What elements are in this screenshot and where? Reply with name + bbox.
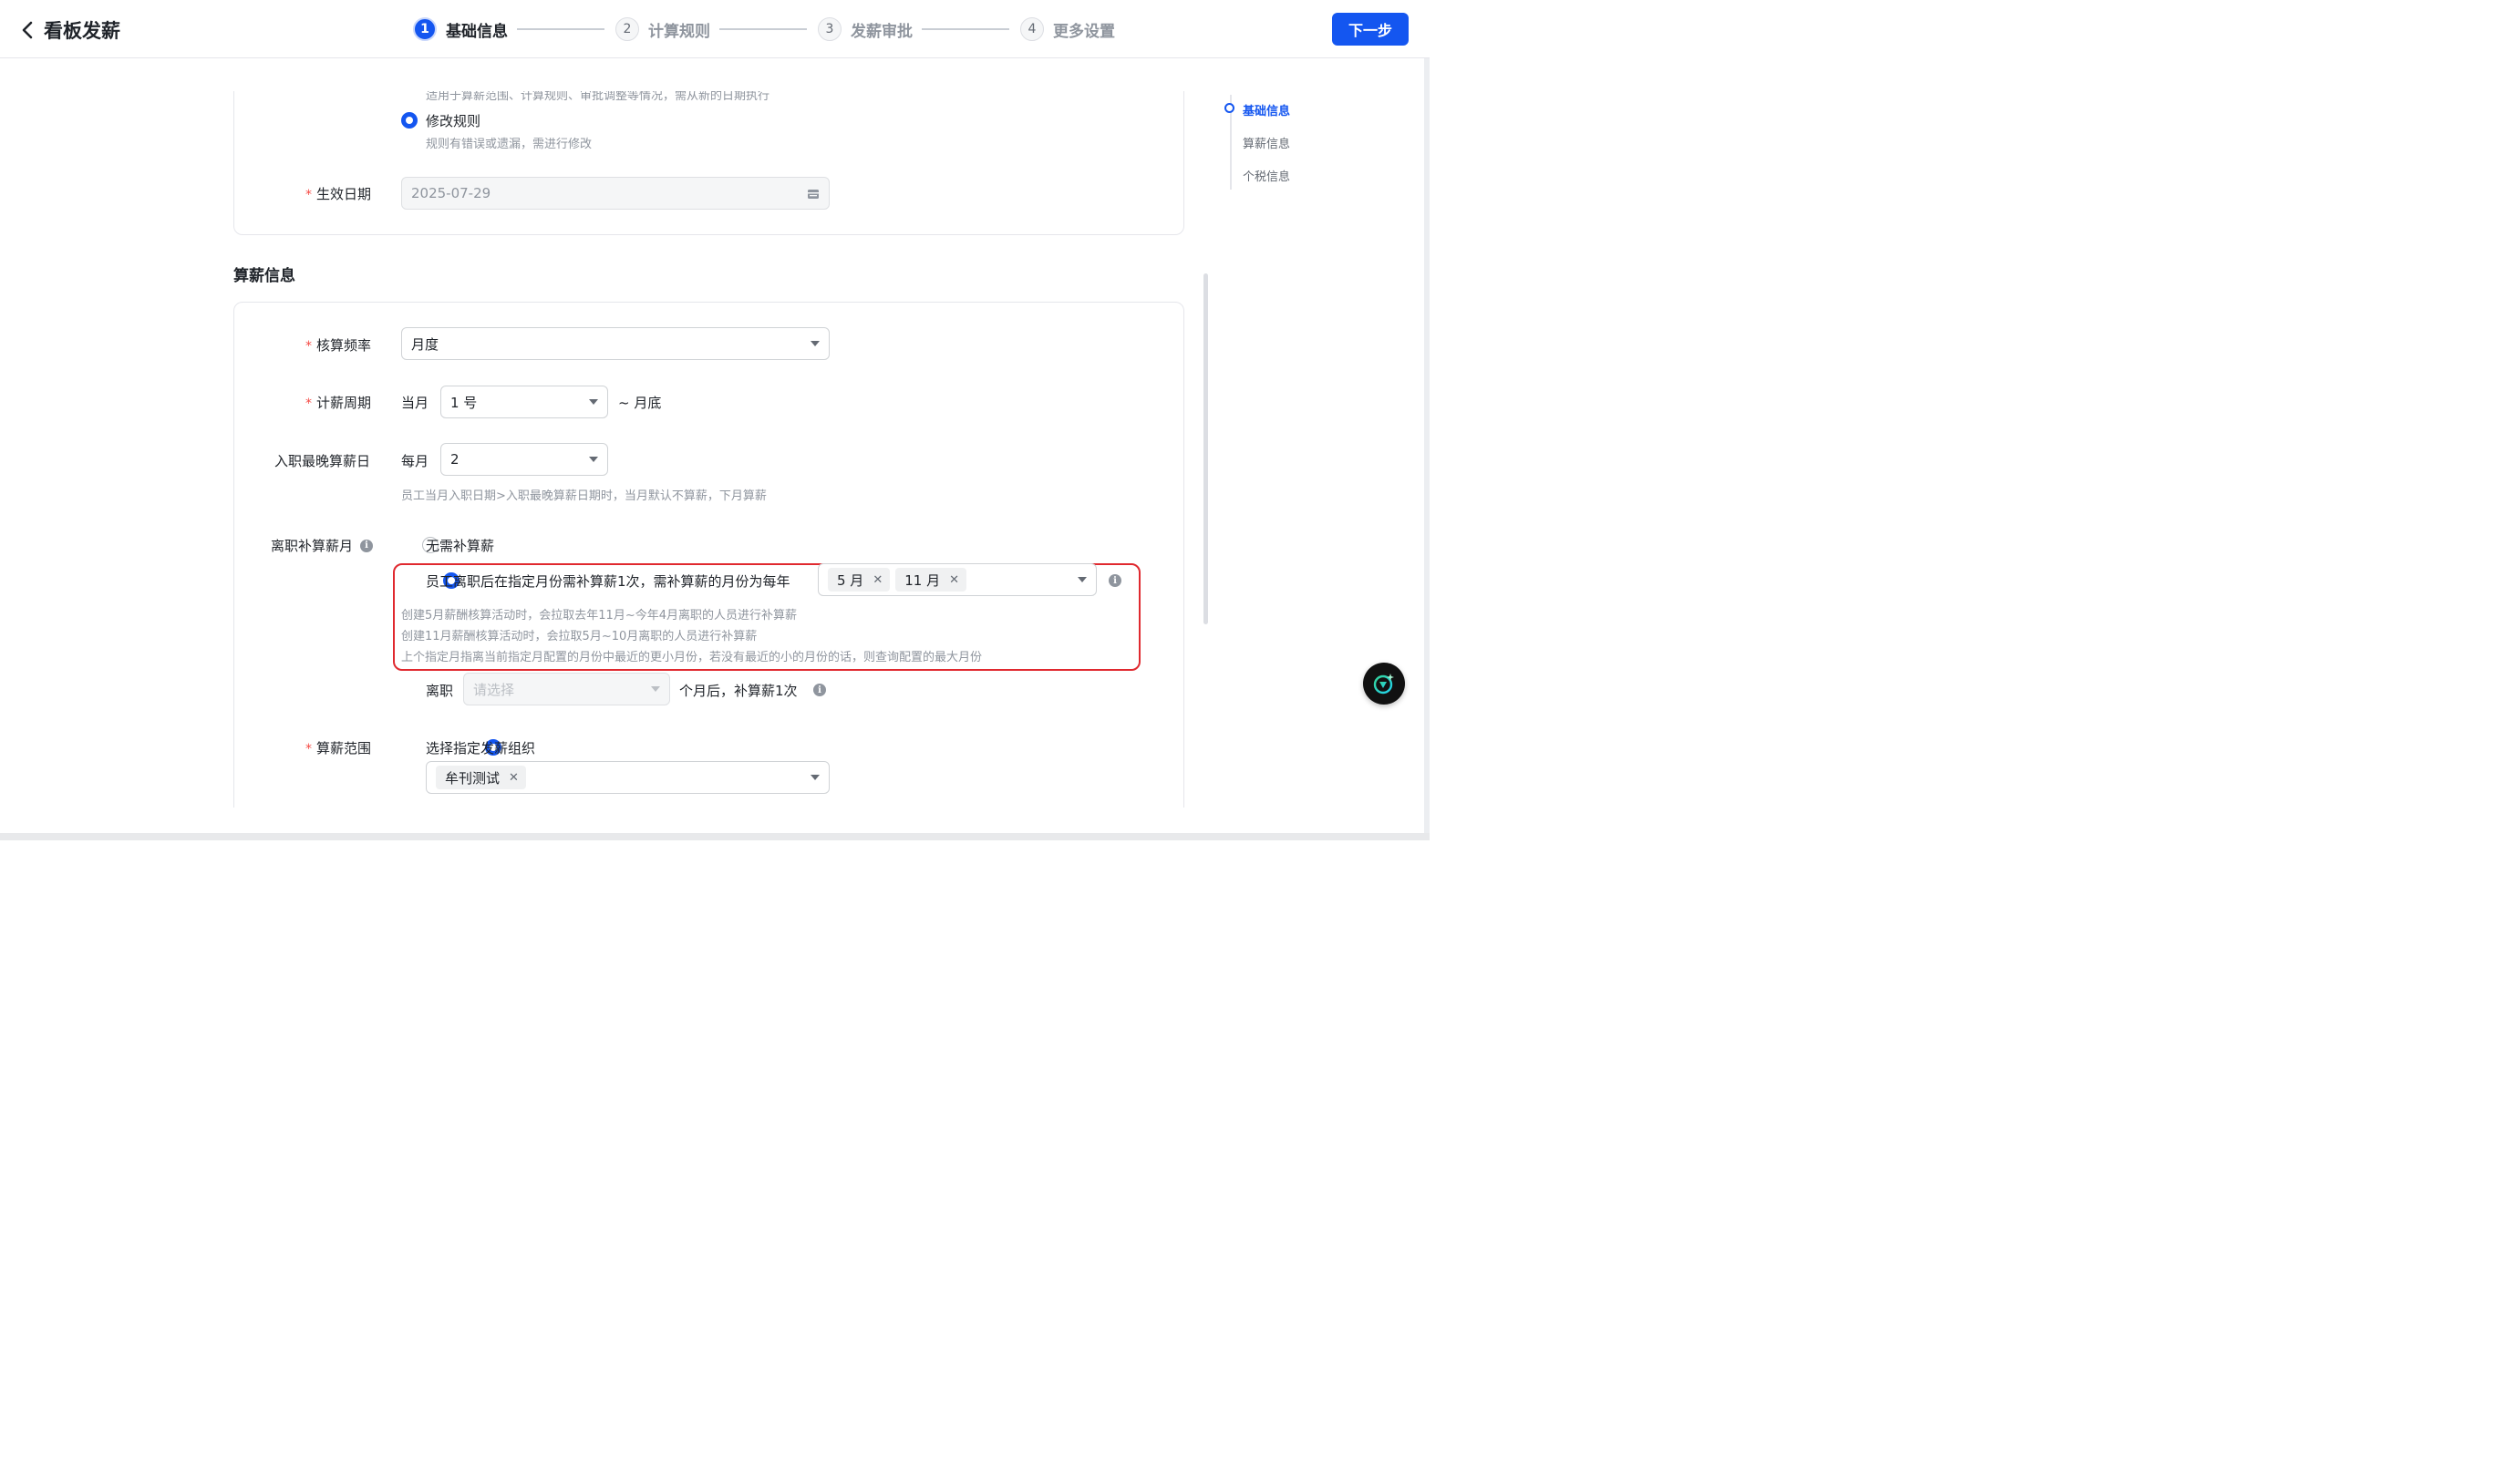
bottom-scrollbar[interactable] (0, 833, 1430, 840)
resign-months-tags: 5 月 ✕ 11 月 ✕ (828, 568, 1078, 592)
salary-info-card (233, 302, 1184, 808)
period-prefix: 当月 (401, 395, 429, 411)
period-start-value: 1 号 (450, 394, 478, 411)
scope-org-tags: 牟刊测试 ✕ (436, 766, 811, 789)
resign-hint-3: 上个指定月指离当前指定月配置的月份中最近的更小月份，若没有最近的小的月份的话，则… (401, 651, 983, 664)
page-header: 看板发薪 1 基础信息 2 计算规则 3 发薪审批 4 更多设置 下一步 (0, 0, 1430, 58)
page-title: 看板发薪 (44, 20, 120, 42)
step-more-settings[interactable]: 4 更多设置 (1020, 17, 1115, 41)
stepper: 1 基础信息 2 计算规则 3 发薪审批 4 更多设置 (413, 16, 1115, 42)
month-tag: 11 月 ✕ (895, 568, 966, 592)
required-mark: * (305, 339, 312, 354)
step-number: 2 (615, 17, 639, 41)
effective-date-label-text: 生效日期 (316, 186, 372, 202)
anchor-item-salary-info[interactable]: 算薪信息 (1243, 134, 1290, 151)
resign-after-suffix: 个月后，补算薪1次 (679, 683, 798, 699)
frequency-label-text: 核算频率 (316, 337, 372, 354)
info-icon[interactable]: i (813, 684, 826, 696)
latest-day-value: 2 (450, 451, 460, 468)
effective-date-input[interactable]: 2025-07-29 (401, 177, 830, 210)
effective-date-label: * 生效日期 (305, 184, 371, 203)
caret-down-icon (651, 686, 660, 692)
period-label: * 计薪周期 (305, 393, 371, 412)
scope-label: * 算薪范围 (305, 738, 371, 757)
frequency-select[interactable]: 月度 (401, 327, 830, 360)
latest-day-prefix: 每月 (401, 453, 429, 469)
close-icon[interactable]: ✕ (509, 771, 519, 785)
resign-label-text: 离职补算薪月 (271, 538, 354, 554)
anchor-item-basic-info[interactable]: 基础信息 (1243, 101, 1290, 118)
month-tag-label: 5 月 (837, 571, 864, 589)
scope-org-select[interactable]: 牟刊测试 ✕ (426, 761, 830, 794)
caret-down-icon (589, 457, 598, 462)
step-number: 1 (413, 17, 437, 41)
scope-org-label: 选择指定发薪组织 (426, 740, 536, 756)
basic-info-card (233, 91, 1184, 235)
frequency-value: 月度 (411, 335, 439, 353)
close-icon[interactable]: ✕ (873, 573, 883, 587)
back-button[interactable]: 看板发薪 (20, 16, 120, 44)
step-connector (922, 28, 1009, 30)
step-calc-rules[interactable]: 2 计算规则 (615, 17, 710, 41)
info-icon[interactable]: i (360, 539, 374, 552)
required-mark: * (305, 188, 312, 202)
anchor-item-tax-info[interactable]: 个税信息 (1243, 167, 1290, 184)
cut-rule-hint: 适用于算薪范围、计算规则、审批调整等情况，需从新的日期执行 (426, 91, 770, 103)
form-scrollbar-thumb[interactable] (1203, 273, 1208, 624)
page-scrollbar[interactable] (1424, 58, 1430, 833)
resign-label: 离职补算薪月 i (271, 536, 374, 555)
modify-rule-label: 修改规则 (426, 113, 481, 129)
resign-after-select[interactable]: 请选择 (463, 673, 670, 705)
scope-label-text: 算薪范围 (316, 740, 372, 756)
caret-down-icon (811, 341, 820, 346)
modify-rule-radio[interactable] (401, 112, 418, 129)
latest-day-label: 入职最晚算薪日 (274, 453, 371, 469)
close-icon[interactable]: ✕ (949, 573, 959, 587)
resign-hint-2: 创建11月薪酬核算活动时，会拉取5月~10月离职的人员进行补算薪 (401, 630, 758, 643)
month-tag: 5 月 ✕ (828, 568, 891, 592)
step-label: 计算规则 (648, 22, 710, 41)
step-approval[interactable]: 3 发薪审批 (818, 17, 913, 41)
latest-day-select[interactable]: 2 (440, 443, 608, 476)
info-icon[interactable]: i (1109, 574, 1121, 587)
caret-down-icon (811, 775, 820, 780)
next-step-button[interactable]: 下一步 (1332, 13, 1409, 46)
period-label-text: 计薪周期 (316, 395, 372, 411)
step-connector (517, 28, 604, 30)
caret-down-icon (589, 399, 598, 405)
form-scroll-area[interactable]: 适用于算薪范围、计算规则、审批调整等情况，需从新的日期执行 修改规则 规则有错误… (0, 91, 1422, 808)
step-label: 更多设置 (1053, 22, 1115, 41)
anchor-active-dot (1224, 103, 1234, 113)
resign-hint-1: 创建5月薪酬核算活动时，会拉取去年11月~今年4月离职的人员进行补算薪 (401, 609, 797, 623)
ai-assistant-button[interactable] (1363, 663, 1405, 705)
salary-info-section-title: 算薪信息 (233, 267, 295, 285)
period-start-select[interactable]: 1 号 (440, 386, 608, 418)
step-connector (719, 28, 807, 30)
assistant-icon (1373, 674, 1394, 695)
step-number: 3 (818, 17, 842, 41)
org-tag-label: 牟刊测试 (445, 769, 501, 787)
caret-down-icon (1078, 577, 1087, 582)
resign-months-select[interactable]: 5 月 ✕ 11 月 ✕ (818, 563, 1097, 596)
resign-after-placeholder: 请选择 (473, 681, 515, 698)
month-tag-label: 11 月 (904, 571, 941, 589)
required-mark: * (305, 742, 312, 756)
step-label: 基础信息 (446, 22, 508, 41)
effective-date-value: 2025-07-29 (411, 185, 491, 201)
latest-day-hint: 员工当月入职日期>入职最晚算薪日期时，当月默认不算薪，下月算薪 (401, 489, 767, 503)
resign-month-label: 员工离职后在指定月份需补算薪1次，需补算薪的月份为每年 (426, 573, 790, 590)
step-basic-info[interactable]: 1 基础信息 (413, 17, 508, 41)
org-tag: 牟刊测试 ✕ (436, 766, 526, 789)
required-mark: * (305, 396, 312, 411)
modify-rule-hint: 规则有错误或遗漏，需进行修改 (426, 138, 593, 151)
chevron-left-icon (22, 21, 33, 39)
calendar-icon (808, 189, 819, 199)
step-label: 发薪审批 (851, 22, 913, 41)
resign-after-prefix: 离职 (426, 683, 454, 699)
frequency-label: * 核算频率 (305, 335, 371, 355)
step-number: 4 (1020, 17, 1044, 41)
period-suffix: ~ 月底 (618, 395, 662, 411)
resign-none-label: 无需补算薪 (426, 538, 495, 554)
